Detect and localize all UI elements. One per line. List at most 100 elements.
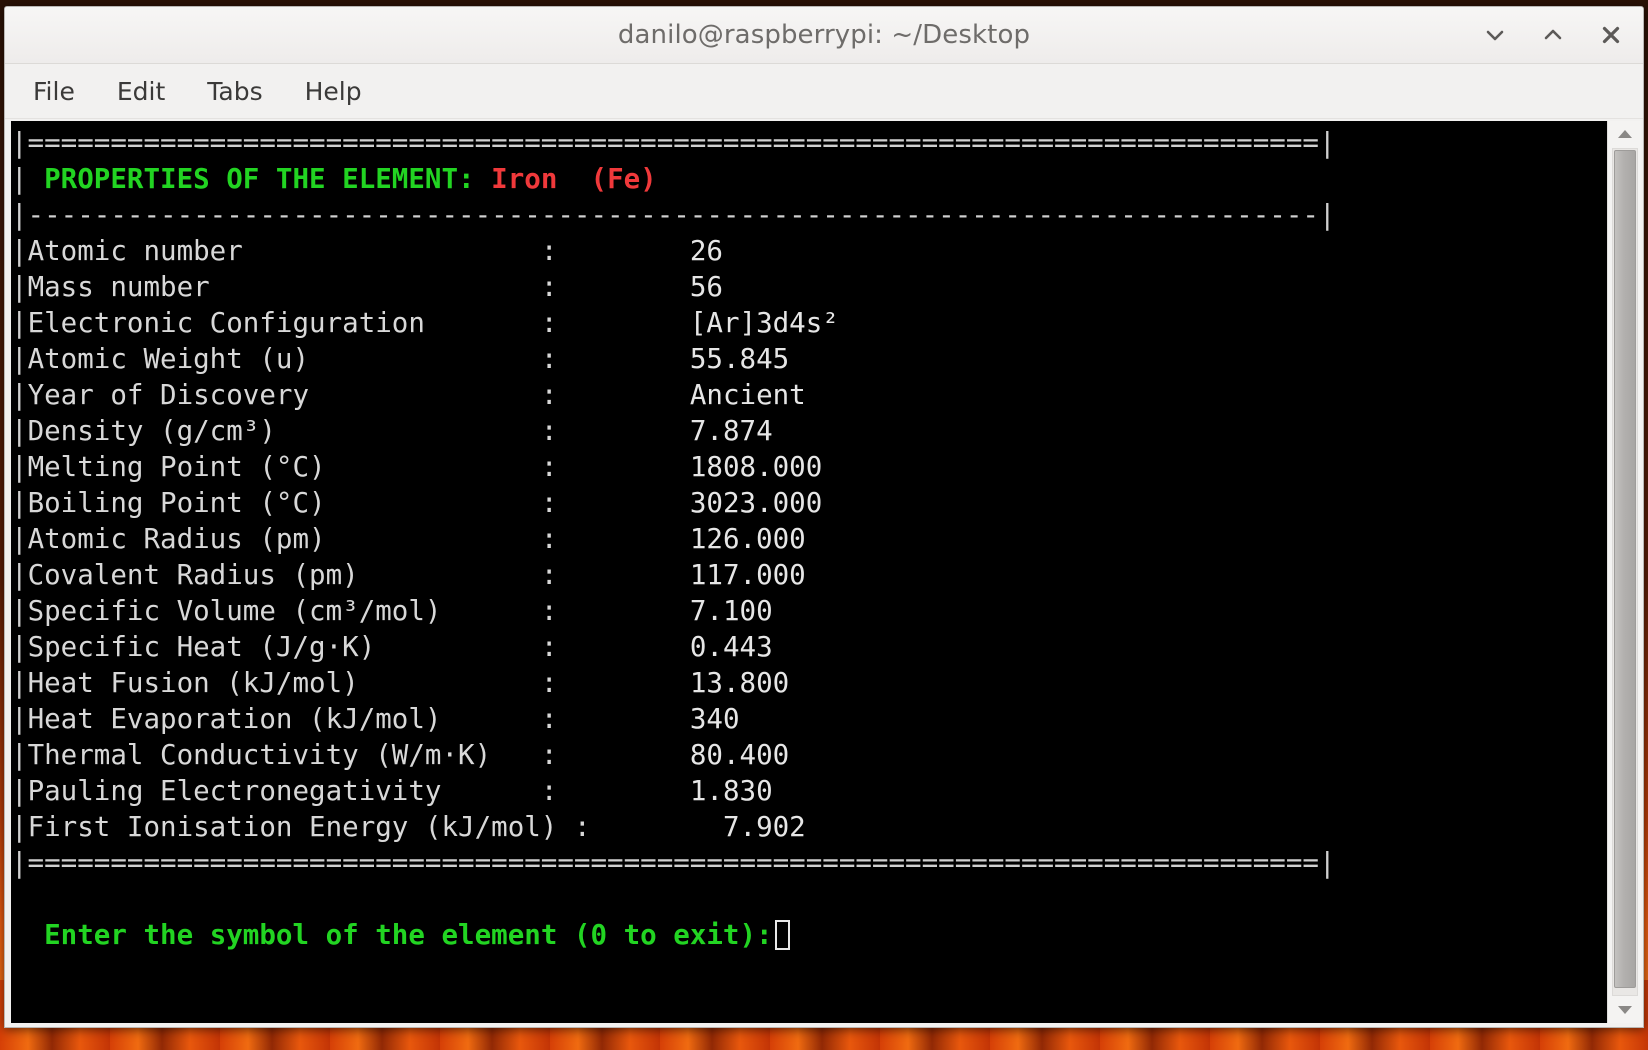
property-separator: :	[540, 739, 558, 771]
row-left-border: |	[11, 775, 28, 807]
row-left-border: |	[11, 811, 28, 843]
terminal-area: |=======================================…	[5, 119, 1643, 1027]
row-left-border: |	[11, 631, 28, 663]
property-separator: :	[540, 451, 558, 483]
property-separator: :	[540, 307, 558, 339]
triangle-down-icon	[1617, 1006, 1632, 1014]
row-left-border: |	[11, 379, 28, 411]
header-element-symbol: (Fe)	[590, 163, 657, 195]
property-row: |Electronic Configuration : [Ar]3d4s²	[11, 305, 1607, 341]
property-row: |Year of Discovery : Ancient	[11, 377, 1607, 413]
property-separator: :	[540, 415, 558, 447]
property-row: |First Ionisation Energy (kJ/mol) : 7.90…	[11, 809, 1607, 845]
property-value: 7.100	[689, 595, 773, 627]
terminal-scrollbar[interactable]	[1607, 121, 1641, 1023]
row-left-border: |	[11, 487, 28, 519]
property-name: Thermal Conductivity (W/m·K)	[27, 739, 492, 771]
property-value: 126.000	[689, 523, 806, 555]
property-value: 55.845	[689, 343, 790, 375]
property-row: |Heat Evaporation (kJ/mol) : 340	[11, 701, 1607, 737]
property-separator: :	[540, 235, 558, 267]
property-name: Specific Heat (J/g·K)	[27, 631, 376, 663]
property-row: |Pauling Electronegativity : 1.830	[11, 773, 1607, 809]
scroll-up-button[interactable]	[1610, 123, 1640, 145]
property-name: Mass number	[27, 271, 210, 303]
property-value: 56	[689, 271, 723, 303]
row-left-border: |	[11, 343, 28, 375]
prompt-text: Enter the symbol of the element (0 to ex…	[44, 919, 773, 951]
property-row: |Atomic number : 26	[11, 233, 1607, 269]
row-left-border: |	[11, 271, 28, 303]
scrollbar-track[interactable]	[1611, 148, 1638, 996]
property-value: 0.443	[689, 631, 773, 663]
property-value: 1808.000	[689, 451, 823, 483]
property-value: 80.400	[689, 739, 790, 771]
row-left-border: |	[11, 415, 28, 447]
property-value: Ancient	[689, 379, 806, 411]
property-separator: :	[540, 523, 558, 555]
property-name: Heat Evaporation (kJ/mol)	[27, 703, 442, 735]
property-name: Density (g/cm³)	[27, 415, 276, 447]
property-row: |Specific Volume (cm³/mol) : 7.100	[11, 593, 1607, 629]
menu-item-file[interactable]: File	[29, 75, 79, 108]
row-left-border: |	[11, 703, 28, 735]
minimize-button[interactable]	[1481, 21, 1509, 49]
header-prefix: |	[11, 163, 45, 195]
property-separator: :	[540, 667, 558, 699]
property-value: 13.800	[689, 667, 790, 699]
terminal-border-top: |=======================================…	[11, 127, 1336, 159]
chevron-down-icon	[1486, 30, 1504, 41]
window-title: danilo@raspberrypi: ~/Desktop	[617, 20, 1031, 50]
property-row: |Atomic Weight (u) : 55.845	[11, 341, 1607, 377]
property-value: 340	[689, 703, 740, 735]
window-titlebar[interactable]: danilo@raspberrypi: ~/Desktop	[5, 7, 1643, 64]
window-controls	[1481, 7, 1625, 63]
row-left-border: |	[11, 667, 28, 699]
maximize-button[interactable]	[1539, 21, 1567, 49]
property-name: Melting Point (°C)	[27, 451, 326, 483]
scrollbar-thumb[interactable]	[1613, 150, 1636, 988]
terminal-cursor[interactable]	[774, 920, 790, 950]
row-left-border: |	[11, 739, 28, 771]
terminal-header-line: | PROPERTIES OF THE ELEMENT: Iron (Fe)	[11, 161, 1607, 197]
terminal-window: danilo@raspberrypi: ~/Desktop File Edit	[4, 6, 1644, 1028]
triangle-up-icon	[1617, 130, 1632, 138]
prompt-line[interactable]: Enter the symbol of the element (0 to ex…	[11, 917, 1607, 953]
property-separator: :	[540, 271, 558, 303]
menu-item-edit[interactable]: Edit	[113, 75, 169, 108]
property-value: 1.830	[689, 775, 773, 807]
row-left-border: |	[11, 523, 28, 555]
property-name: First Ionisation Energy (kJ/mol)	[27, 811, 558, 843]
row-left-border: |	[11, 307, 28, 339]
property-row: |Covalent Radius (pm) : 117.000	[11, 557, 1607, 593]
property-name: Atomic Weight (u)	[27, 343, 310, 375]
property-separator: :	[540, 595, 558, 627]
property-value: 7.902	[722, 811, 806, 843]
property-row: |Melting Point (°C) : 1808.000	[11, 449, 1607, 485]
property-separator: :	[573, 811, 591, 843]
row-left-border: |	[11, 451, 28, 483]
property-value: [Ar]3d4s²	[689, 307, 839, 339]
property-value: 3023.000	[689, 487, 823, 519]
property-separator: :	[540, 343, 558, 375]
menubar: File Edit Tabs Help	[5, 64, 1643, 119]
header-element-name: Iron	[491, 163, 558, 195]
menu-item-help[interactable]: Help	[301, 75, 366, 108]
row-left-border: |	[11, 235, 28, 267]
property-row: |Heat Fusion (kJ/mol) : 13.800	[11, 665, 1607, 701]
property-row: |Thermal Conductivity (W/m·K) : 80.400	[11, 737, 1607, 773]
menu-item-tabs[interactable]: Tabs	[203, 75, 266, 108]
property-separator: :	[540, 487, 558, 519]
close-button[interactable]	[1597, 21, 1625, 49]
scroll-down-button[interactable]	[1610, 999, 1640, 1021]
property-separator: :	[540, 559, 558, 591]
property-name: Pauling Electronegativity	[27, 775, 442, 807]
property-separator: :	[540, 631, 558, 663]
property-name: Covalent Radius (pm)	[27, 559, 359, 591]
property-row: |Boiling Point (°C) : 3023.000	[11, 485, 1607, 521]
properties-list: |Atomic number : 26 |Mass number : 56 |Ele…	[11, 233, 1607, 845]
property-name: Electronic Configuration	[27, 307, 425, 339]
terminal-border-middle: |---------------------------------------…	[11, 199, 1336, 231]
terminal-screen[interactable]: |=======================================…	[11, 121, 1607, 1023]
